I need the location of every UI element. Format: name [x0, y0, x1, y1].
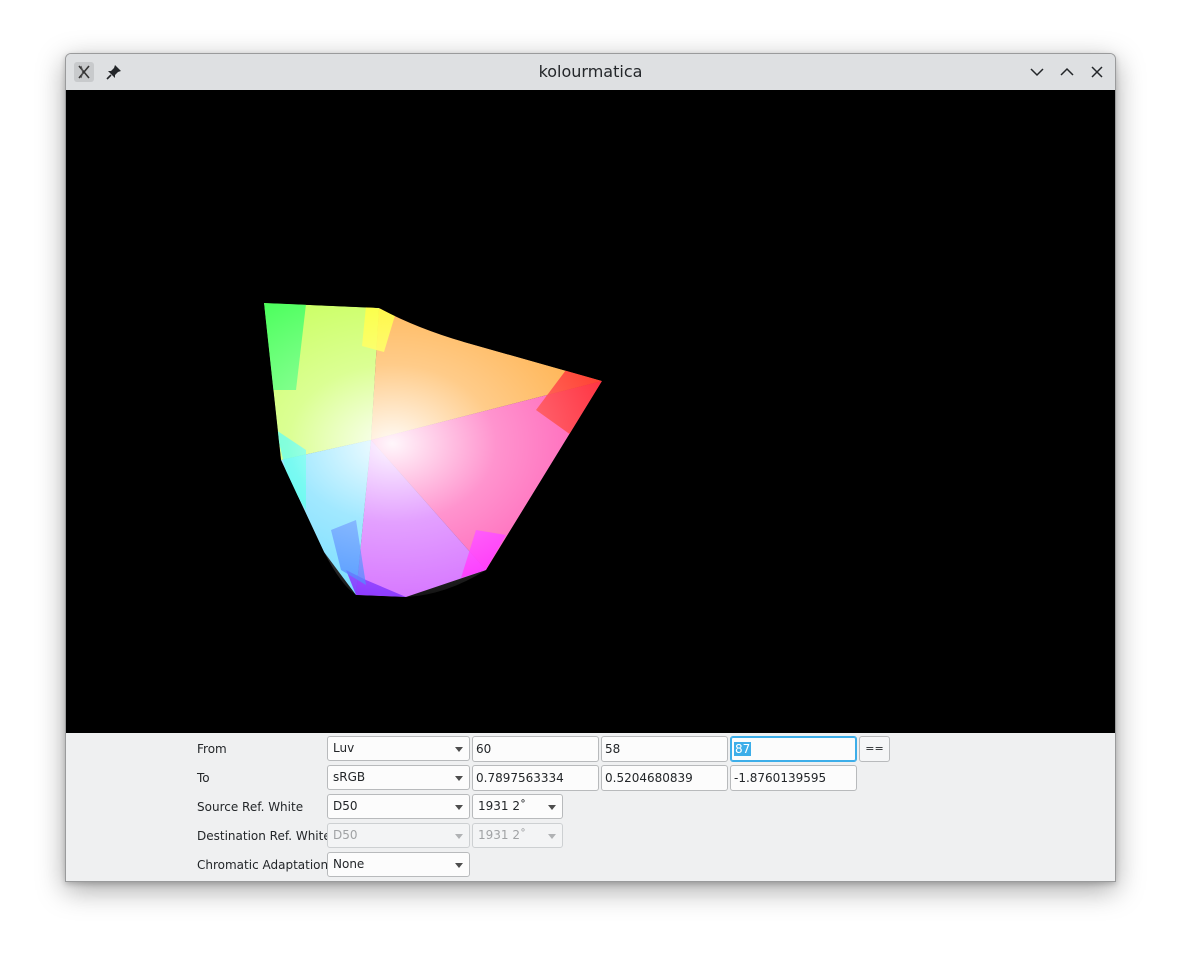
- to-value-3[interactable]: -1.8760139595: [730, 765, 857, 791]
- from-space-value: Luv: [333, 741, 355, 755]
- title-bar[interactable]: kolourmatica: [66, 54, 1115, 91]
- dest-observer-combo: 1931 2˚: [472, 823, 563, 848]
- to-space-combo[interactable]: sRGB: [327, 765, 470, 790]
- source-illuminant-combo[interactable]: D50: [327, 794, 470, 819]
- chromatic-method-combo[interactable]: None: [327, 852, 470, 877]
- source-illuminant-value: D50: [333, 799, 358, 813]
- dest-illuminant-combo: D50: [327, 823, 470, 848]
- chevron-down-icon: [455, 863, 463, 868]
- app-window: kolourmatica From Luv 60 58 87 == To sRG…: [65, 53, 1116, 882]
- convert-button[interactable]: ==: [859, 736, 890, 762]
- source-observer-combo[interactable]: 1931 2˚: [472, 794, 563, 819]
- chevron-down-icon: [548, 805, 556, 810]
- dest-illuminant-value: D50: [333, 828, 358, 842]
- chevron-down-icon: [455, 834, 463, 839]
- from-value-1[interactable]: 60: [472, 736, 599, 762]
- source-observer-value: 1931 2˚: [478, 799, 526, 813]
- maximize-button[interactable]: [1057, 62, 1077, 82]
- conversion-form: From Luv 60 58 87 == To sRGB 0.789756333…: [66, 733, 1115, 881]
- chevron-down-icon: [455, 747, 463, 752]
- to-value-2[interactable]: 0.5204680839: [601, 765, 728, 791]
- chromatic-label: Chromatic Adaptation: [197, 858, 329, 872]
- rgb-gamut-solid: [264, 303, 602, 597]
- to-label: To: [197, 771, 210, 785]
- window-title: kolourmatica: [538, 62, 643, 81]
- minimize-button[interactable]: [1027, 62, 1047, 82]
- dest-white-label: Destination Ref. White: [197, 829, 331, 843]
- source-white-label: Source Ref. White: [197, 800, 304, 814]
- dest-observer-value: 1931 2˚: [478, 828, 526, 842]
- chevron-down-icon: [455, 805, 463, 810]
- chevron-down-icon: [548, 834, 556, 839]
- close-icon: [1091, 66, 1103, 78]
- to-value-1[interactable]: 0.7897563334: [472, 765, 599, 791]
- to-space-value: sRGB: [333, 770, 366, 784]
- chevron-up-icon: [1060, 67, 1074, 76]
- close-button[interactable]: [1087, 62, 1107, 82]
- chevron-down-icon: [1030, 68, 1044, 77]
- from-value-3[interactable]: 87: [730, 736, 857, 762]
- from-label: From: [197, 742, 227, 756]
- chevron-down-icon: [455, 776, 463, 781]
- from-value-2[interactable]: 58: [601, 736, 728, 762]
- from-value-3-selection: 87: [734, 742, 752, 756]
- from-space-combo[interactable]: Luv: [327, 736, 470, 761]
- gamut-3d-viewport[interactable]: [66, 90, 1115, 733]
- chromatic-method-value: None: [333, 857, 365, 871]
